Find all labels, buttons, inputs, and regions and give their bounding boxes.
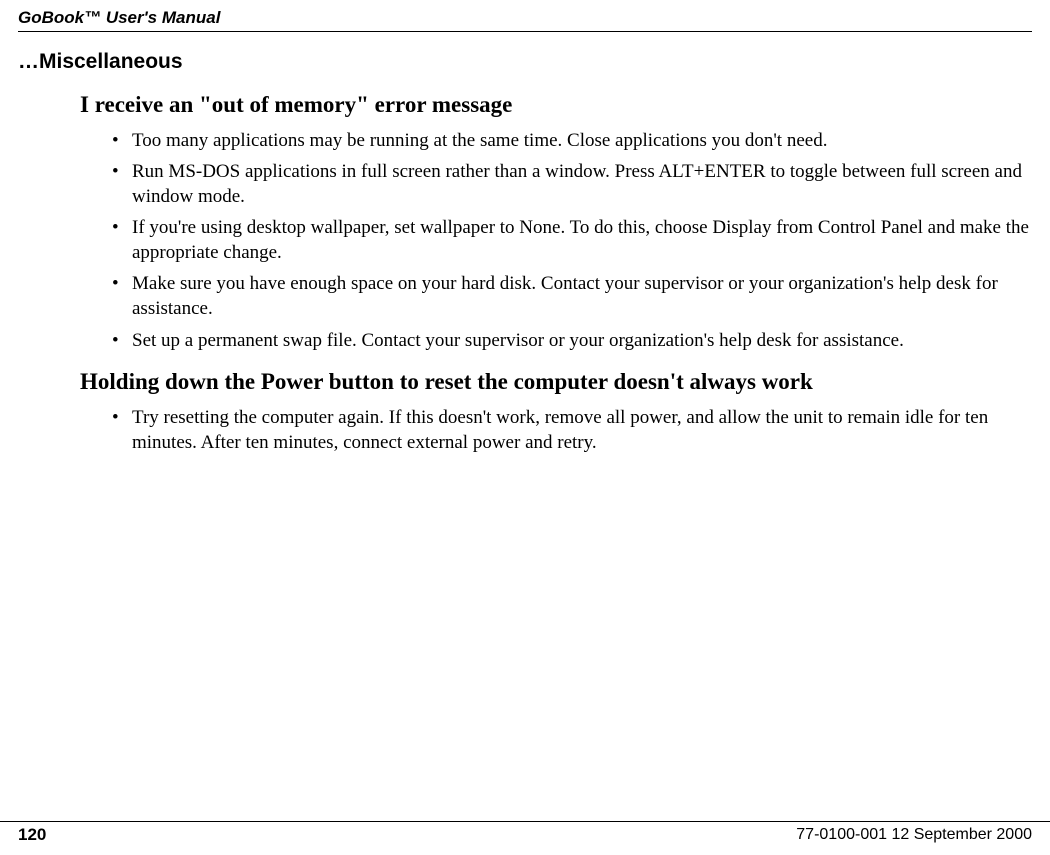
page: GoBook™ User's Manual …Miscellaneous I r… (0, 0, 1050, 855)
section-title: …Miscellaneous (18, 50, 1032, 74)
list-item: Set up a permanent swap file. Contact yo… (112, 328, 1032, 353)
page-header: GoBook™ User's Manual (18, 8, 1032, 32)
page-footer: 120 77-0100-001 12 September 2000 (0, 821, 1050, 855)
bullet-list-1: Too many applications may be running at … (80, 128, 1032, 353)
header-title: GoBook™ User's Manual (18, 8, 220, 27)
doc-reference: 77-0100-001 12 September 2000 (796, 826, 1032, 844)
subheading-1: I receive an "out of memory" error messa… (80, 92, 1032, 118)
content: I receive an "out of memory" error messa… (18, 92, 1032, 455)
list-item: Try resetting the computer again. If thi… (112, 405, 1032, 455)
page-number: 120 (18, 825, 46, 845)
list-item: Too many applications may be running at … (112, 128, 1032, 153)
list-item: Make sure you have enough space on your … (112, 271, 1032, 321)
list-item: If you're using desktop wallpaper, set w… (112, 215, 1032, 265)
subheading-2: Holding down the Power button to reset t… (80, 369, 1032, 395)
bullet-list-2: Try resetting the computer again. If thi… (80, 405, 1032, 455)
list-item: Run MS-DOS applications in full screen r… (112, 159, 1032, 209)
